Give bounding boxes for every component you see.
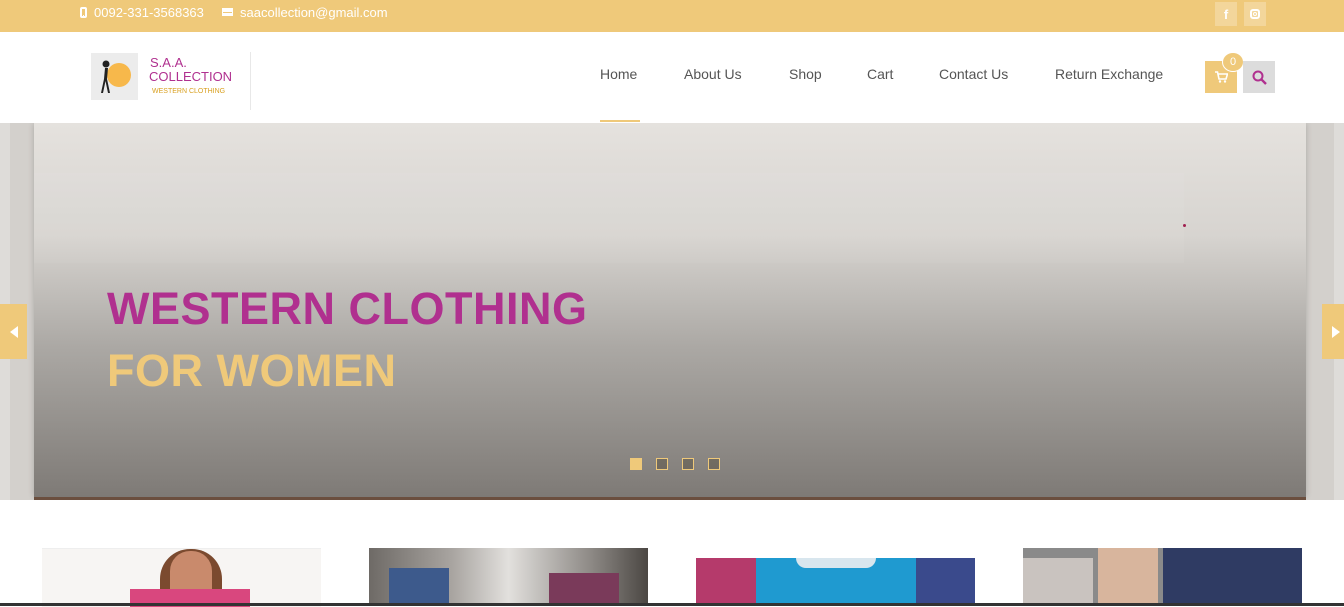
site-header: S.A.A. COLLECTION WESTERN CLOTHING Home …	[0, 32, 1344, 123]
nav-return-exchange[interactable]: Return Exchange	[1055, 64, 1163, 84]
logo-line-1: S.A.A.	[150, 55, 187, 70]
thumb-shape	[916, 558, 975, 606]
slider-dot-1[interactable]	[630, 458, 642, 470]
active-nav-indicator	[600, 120, 640, 122]
contact-email[interactable]: saacollection@gmail.com	[222, 4, 388, 20]
cart-count-badge: 0	[1222, 52, 1244, 72]
logo-line-3: WESTERN CLOTHING	[152, 88, 226, 95]
instagram-icon	[1250, 9, 1260, 19]
thumb-shape	[1098, 548, 1158, 606]
thumb-shape	[696, 558, 756, 606]
product-thumbnail-3[interactable]	[696, 558, 975, 606]
facebook-icon: f	[1223, 6, 1229, 22]
slide-spot	[1183, 224, 1186, 227]
email-address: saacollection@gmail.com	[240, 4, 388, 20]
slider-prev-button[interactable]	[0, 304, 27, 359]
thumb-shape	[1163, 548, 1302, 606]
thumb-shape	[389, 568, 449, 606]
shopping-cart-icon	[1214, 71, 1228, 83]
nav-contact-us[interactable]: Contact Us	[939, 64, 1008, 84]
logo-line-2: COLLECTION	[149, 69, 233, 84]
logo-figure	[101, 60, 110, 93]
product-thumbnail-2[interactable]	[369, 548, 648, 606]
thumb-shape	[796, 558, 876, 568]
arrow-left-icon	[9, 325, 18, 338]
thumb-shape	[549, 573, 619, 606]
hero-headline-line-2: FOR WOMEN	[107, 345, 397, 396]
thumb-shape	[1023, 558, 1093, 606]
arrow-right-icon	[1331, 325, 1340, 338]
slide-shade	[34, 173, 1184, 263]
nav-home[interactable]: Home	[600, 64, 637, 84]
contact-phone[interactable]: 0092-331-3568363	[80, 4, 204, 20]
slider-dot-3[interactable]	[682, 458, 694, 470]
product-thumbnail-1[interactable]	[42, 548, 321, 607]
nav-cart[interactable]: Cart	[867, 64, 893, 84]
slider-next-button[interactable]	[1322, 304, 1344, 359]
search-icon	[1252, 70, 1267, 85]
hero-headline-line-1: WESTERN CLOTHING	[107, 283, 588, 334]
top-bar: 0092-331-3568363 saacollection@gmail.com…	[0, 0, 1344, 32]
instagram-link[interactable]	[1244, 2, 1266, 26]
slide-bottom-edge	[34, 497, 1306, 500]
slider-dot-4[interactable]	[708, 458, 720, 470]
nav-about-us[interactable]: About Us	[684, 64, 742, 84]
nav-shop[interactable]: Shop	[789, 64, 822, 84]
product-thumbnail-4[interactable]	[1023, 548, 1302, 606]
facebook-link[interactable]: f	[1215, 2, 1237, 26]
logo-emblem	[91, 53, 138, 100]
envelope-icon	[222, 8, 233, 16]
search-button[interactable]	[1243, 61, 1275, 93]
phone-icon	[80, 6, 87, 18]
phone-number: 0092-331-3568363	[94, 4, 204, 20]
site-logo[interactable]: S.A.A. COLLECTION WESTERN CLOTHING	[90, 52, 251, 110]
slider-dot-2[interactable]	[656, 458, 668, 470]
